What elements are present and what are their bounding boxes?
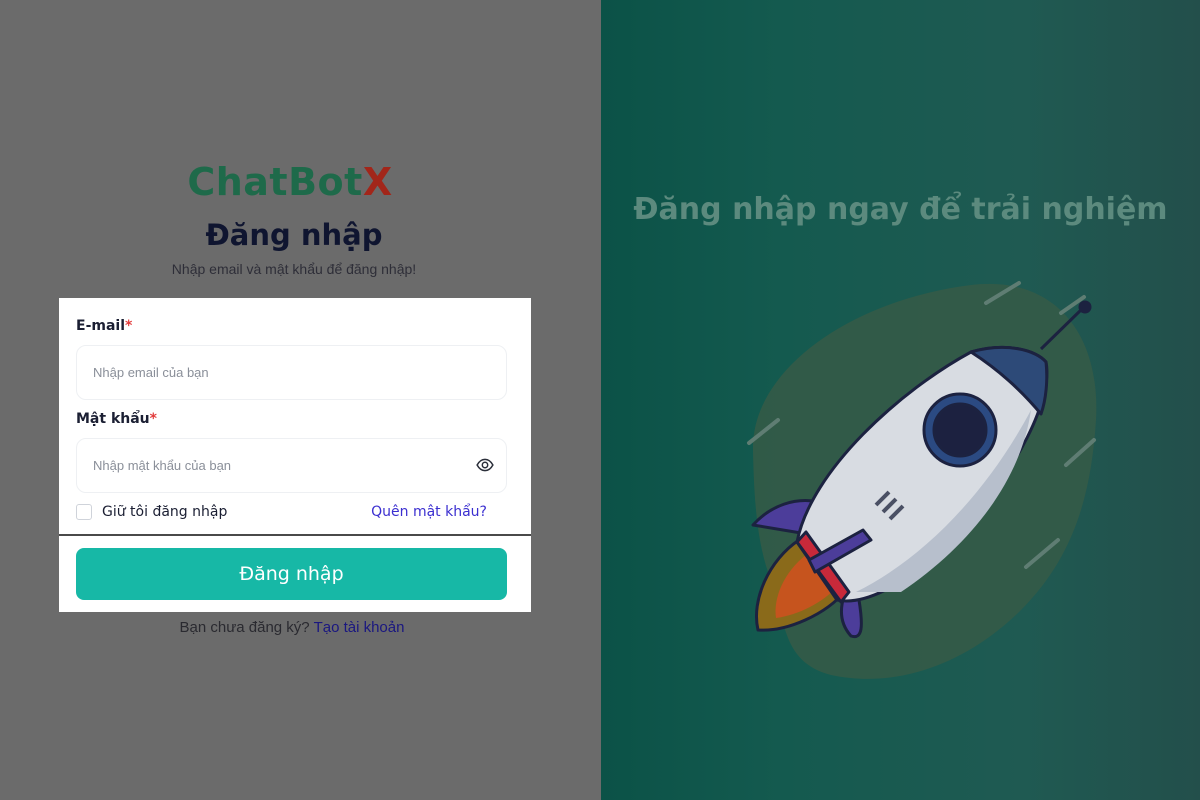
login-form: E-mail* Mật khẩu* Giữ tôi đăng nhập Quên… [59,298,531,612]
email-label-text: E-mail [76,318,126,334]
email-label: E-mail* [76,318,132,334]
brand-name: ChatBot [187,160,363,204]
email-field[interactable] [77,346,506,399]
signup-text: Bạn chưa đăng ký? [179,619,310,636]
remember-checkbox[interactable] [76,504,92,520]
brand-mark: X [362,160,393,204]
email-field-box [76,345,507,400]
rocket-illustration [747,281,1097,679]
page-subtitle: Nhập email và mật khẩu để đăng nhập! [171,261,417,277]
password-field-box [76,438,507,493]
password-label-text: Mật khẩu [76,411,150,427]
signup-prompt: Bạn chưa đăng ký? Tạo tài khoản [0,619,584,636]
remember-label: Giữ tôi đăng nhập [102,504,228,520]
divider [59,534,531,536]
password-label: Mật khẩu* [76,411,157,427]
eye-icon[interactable] [476,456,494,474]
signup-link[interactable]: Tạo tài khoản [314,619,405,636]
remember-me[interactable]: Giữ tôi đăng nhập [76,504,227,520]
required-mark: * [125,318,133,334]
login-button[interactable]: Đăng nhập [76,548,507,600]
required-mark: * [149,411,157,427]
forgot-password-link[interactable]: Quên mật khẩu? [371,504,487,520]
login-pane: ChatBotX Đăng nhập Nhập email và mật khẩ… [0,0,601,800]
page-title: Đăng nhập [205,218,383,252]
brand-logo: ChatBotX [0,160,580,204]
password-field[interactable] [77,439,506,492]
promo-pane: Đăng nhập ngay để trải nghiệm [601,0,1200,800]
